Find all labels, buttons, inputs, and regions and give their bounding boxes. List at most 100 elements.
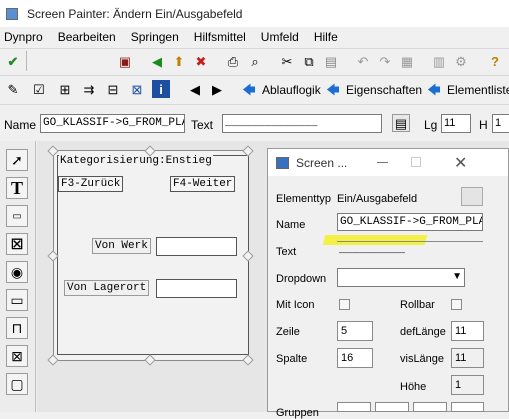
name-label: Name xyxy=(276,219,306,231)
text-field[interactable]: ______________ xyxy=(222,114,382,133)
mit-icon-label: Mit Icon xyxy=(276,299,315,311)
arrow-left-icon[interactable]: 🡄 xyxy=(324,80,342,98)
pushbutton-tool-icon[interactable]: ▭ xyxy=(6,289,28,311)
window-title: Screen Painter: Ändern Ein/Ausgabefeld xyxy=(27,6,243,21)
vislaenge-field[interactable]: 11 xyxy=(451,348,484,368)
input-field-tool-icon[interactable]: ▭ xyxy=(6,205,28,227)
gruppe-field[interactable] xyxy=(337,402,371,412)
spalte-field[interactable]: 16 xyxy=(337,348,373,368)
dialog-title: Screen ... xyxy=(296,155,348,170)
minimize-icon[interactable] xyxy=(377,162,388,163)
print-icon[interactable]: ⎙ xyxy=(224,52,242,70)
tabstrip-wizard-icon[interactable]: ⊠ xyxy=(6,345,28,367)
rollbar-label: Rollbar xyxy=(400,299,435,311)
dropdown-label: Dropdown xyxy=(276,273,327,285)
text-tool-icon[interactable]: T xyxy=(6,177,28,199)
info-icon[interactable]: i xyxy=(152,80,170,98)
help-icon[interactable]: ? xyxy=(486,52,504,70)
check-icon[interactable]: ☑ xyxy=(30,80,48,98)
arrow-left-icon[interactable]: 🡄 xyxy=(425,80,443,98)
maximize-icon[interactable] xyxy=(411,157,421,167)
app-icon xyxy=(6,7,18,20)
exit-icon[interactable]: ⬆ xyxy=(170,52,188,70)
redo-icon[interactable]: ↷ xyxy=(376,52,394,70)
attribute-bar: Name GO_KLASSIF->G_FROM_PLA Text _______… xyxy=(0,104,509,140)
lagerort-input[interactable] xyxy=(156,279,237,298)
transfer-icon[interactable]: ⇉ xyxy=(80,80,98,98)
elementtyp-label: Elementtyp xyxy=(276,193,332,205)
rollbar-checkbox[interactable] xyxy=(451,299,462,310)
find-icon[interactable]: ⌕ xyxy=(246,52,264,70)
name-label: Name xyxy=(4,118,37,132)
screen-area[interactable]: Kategorisierung:Enstieg F3-Zurück F4-Wei… xyxy=(53,150,249,361)
menu-umfeld[interactable]: Umfeld xyxy=(261,30,299,44)
ablauflogik-button[interactable]: Ablauflogik xyxy=(262,83,321,97)
save-icon[interactable]: ▣ xyxy=(116,52,134,70)
back-icon[interactable]: ◀ xyxy=(148,52,166,70)
paste-icon[interactable]: ▤ xyxy=(322,52,340,70)
checkbox-tool-icon[interactable]: ☒ xyxy=(6,233,28,255)
undo-icon[interactable]: ↶ xyxy=(354,52,372,70)
attributes-dialog: Screen ... ✕ Elementtyp Ein/Ausgabefeld … xyxy=(267,148,509,419)
back-button[interactable]: F3-Zurück xyxy=(58,176,124,192)
title-bar: Screen Painter: Ändern Ein/Ausgabefeld xyxy=(0,0,509,27)
mit-icon-checkbox[interactable] xyxy=(339,299,350,310)
menu-dynpro[interactable]: Dynpro xyxy=(4,30,43,44)
previous-icon[interactable]: ◀ xyxy=(186,80,204,98)
zeile-label: Zeile xyxy=(276,326,300,338)
dictionary-icon[interactable]: ▤ xyxy=(392,114,410,132)
cut-icon[interactable]: ✂ xyxy=(278,52,296,70)
grid-icon[interactable]: ▥ xyxy=(430,52,448,70)
pointer-icon[interactable]: ➚ xyxy=(6,149,28,171)
text-label: Text xyxy=(191,118,214,132)
element-type-icon[interactable] xyxy=(461,187,483,206)
enter-icon[interactable]: ✔ xyxy=(4,52,22,70)
h-field[interactable]: 1 xyxy=(492,114,509,133)
menu-springen[interactable]: Springen xyxy=(131,30,179,44)
gruppe-field[interactable] xyxy=(413,402,447,412)
settings-icon[interactable]: ⚙ xyxy=(452,52,470,70)
layout-icon[interactable]: ▦ xyxy=(398,52,416,70)
tabstrip-tool-icon[interactable]: ⊓ xyxy=(6,317,28,339)
next-icon[interactable]: ▶ xyxy=(208,80,226,98)
von-lagerort-label: Von Lagerort xyxy=(64,280,150,296)
next-button[interactable]: F4-Weiter xyxy=(170,176,236,192)
menu-bar: Dynpro Bearbeiten Springen Hilfsmittel U… xyxy=(0,27,509,47)
lg-label: Lg xyxy=(424,118,438,132)
chevron-down-icon: ▼ xyxy=(452,271,462,282)
gruppe-field[interactable] xyxy=(451,402,484,412)
text-field[interactable]: __________ xyxy=(337,241,483,261)
deflaenge-label: defLänge xyxy=(400,326,446,338)
menu-hilfe[interactable]: Hilfe xyxy=(314,30,338,44)
application-toolbar: ✎ ☑ ⊞ ⇉ ⊟ ⊠ i ◀ ▶ 🡄 Ablauflogik 🡄 Eigens… xyxy=(0,75,509,102)
elementtyp-value: Ein/Ausgabefeld xyxy=(337,193,418,205)
close-icon[interactable]: ✕ xyxy=(454,153,467,173)
text-label: Text xyxy=(276,246,297,258)
radio-button-tool-icon[interactable]: ◉ xyxy=(6,261,28,283)
standard-toolbar: ✔ ▣ ◀ ⬆ ✖ ⎙ ⌕ ✂ ⧉ ▤ ↶ ↷ ▦ ▥ ⚙ ? xyxy=(0,48,509,73)
frame-tool-icon[interactable]: ▢ xyxy=(6,373,28,395)
lg-field[interactable]: 11 xyxy=(441,114,471,133)
gruppe-field[interactable] xyxy=(375,402,409,412)
spalte-label: Spalte xyxy=(276,353,308,365)
name-field[interactable]: GO_KLASSIF->G_FROM_PLA xyxy=(337,213,483,231)
eigenschaften-button[interactable]: Eigenschaften xyxy=(346,83,422,97)
name-field[interactable]: GO_KLASSIF->G_FROM_PLA xyxy=(40,114,185,133)
copy-icon[interactable]: ⧉ xyxy=(300,52,318,70)
arrow-left-icon[interactable]: 🡄 xyxy=(240,80,258,98)
hierarchy-icon[interactable]: ⊞ xyxy=(56,80,74,98)
layout-edit-icon[interactable]: ⊠ xyxy=(128,80,146,98)
pencil-icon[interactable]: ✎ xyxy=(4,80,22,98)
cancel-icon[interactable]: ✖ xyxy=(192,52,210,70)
dialog-icon xyxy=(276,156,289,169)
deflaenge-field[interactable]: 11 xyxy=(451,321,484,341)
menu-bearbeiten[interactable]: Bearbeiten xyxy=(58,30,116,44)
cluster-icon[interactable]: ⊟ xyxy=(104,80,122,98)
elementliste-button[interactable]: Elementliste xyxy=(447,83,509,97)
zeile-field[interactable]: 5 xyxy=(337,321,373,341)
menu-hilfsmittel[interactable]: Hilfsmittel xyxy=(194,30,246,44)
element-palette: ➚ T ▭ ☒ ◉ ▭ ⊓ ⊠ ▢ xyxy=(0,141,36,412)
dropdown-select[interactable]: ▼ xyxy=(337,268,465,287)
hoehe-field[interactable]: 1 xyxy=(451,375,484,395)
werk-input[interactable] xyxy=(156,237,237,256)
